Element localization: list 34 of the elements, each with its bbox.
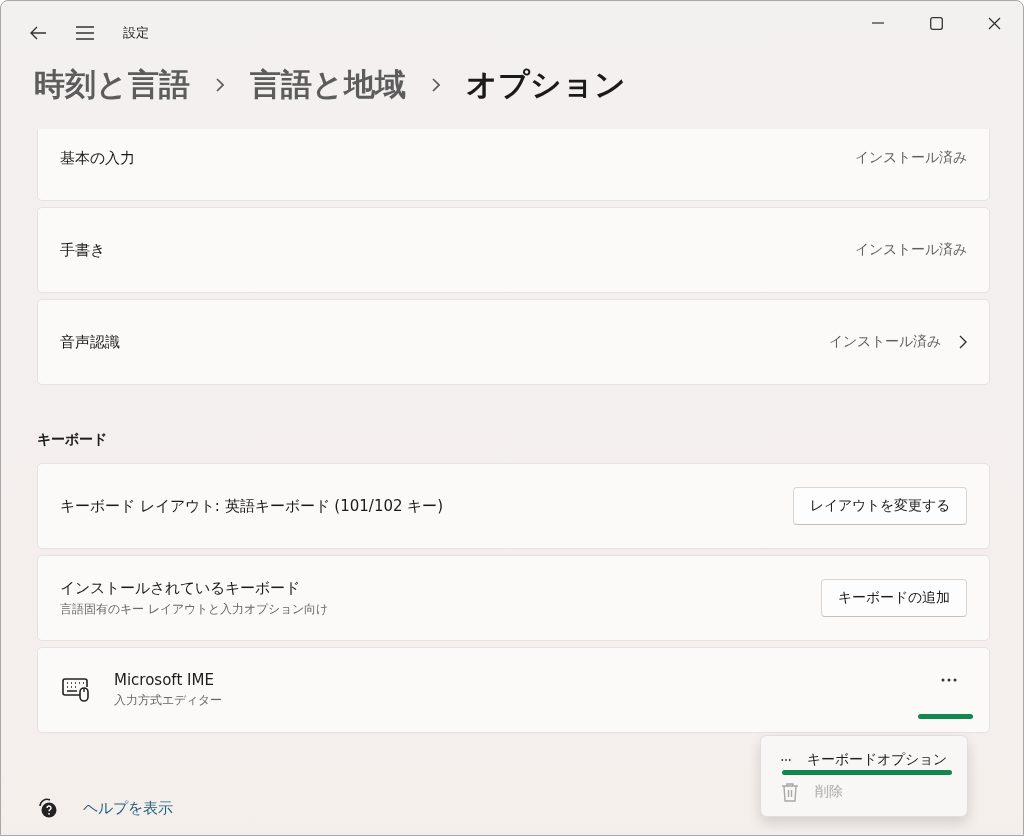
- maximize-icon: [929, 16, 943, 30]
- setting-subtitle: 言語固有のキー レイアウトと入力オプション向け: [60, 600, 329, 618]
- feature-label: 音声認識: [60, 332, 121, 352]
- status-text: インストール済み: [855, 149, 967, 167]
- keyboard-description: 入力方式エディター: [114, 692, 223, 709]
- chevron-icon: [216, 78, 224, 92]
- section-heading: キーボード: [37, 431, 108, 449]
- more-icon: [941, 678, 957, 682]
- trash-icon: [781, 782, 799, 802]
- breadcrumb-item: オプション: [466, 65, 626, 104]
- menu-item[interactable]: キーボードオプション: [761, 744, 967, 776]
- feature-label: 基本の入力: [60, 148, 136, 168]
- close-icon: [987, 16, 1001, 30]
- setting-title: キーボード レイアウト: 英語キーボード (101/102 キー): [60, 496, 445, 516]
- setting-title: インストールされているキーボード: [60, 578, 301, 598]
- keyboard-mouse-icon: [62, 678, 90, 702]
- status-text: インストール済み: [855, 241, 967, 259]
- chevron-icon: [432, 78, 440, 92]
- menu-icon: [75, 26, 95, 40]
- more-icon: [781, 758, 791, 762]
- highlight-underline: [918, 714, 973, 719]
- window-title: 設定: [123, 24, 149, 42]
- help-link[interactable]: ヘルプを表示: [83, 798, 173, 818]
- action-button[interactable]: レイアウトを変更する: [793, 487, 967, 525]
- keyboard-name: Microsoft IME: [114, 671, 215, 689]
- feature-label: 手書き: [60, 240, 106, 260]
- status-text: インストール済み: [829, 333, 941, 351]
- breadcrumb-item[interactable]: 時刻と言語: [34, 64, 190, 106]
- minimize-icon: [872, 22, 884, 24]
- help-icon: [37, 797, 59, 819]
- action-button[interactable]: キーボードの追加: [821, 579, 967, 617]
- back-arrow-icon: [29, 26, 47, 40]
- feature-card[interactable]: 音声認識 インストール済み: [37, 299, 990, 385]
- breadcrumb-item[interactable]: 言語と地域: [250, 64, 406, 106]
